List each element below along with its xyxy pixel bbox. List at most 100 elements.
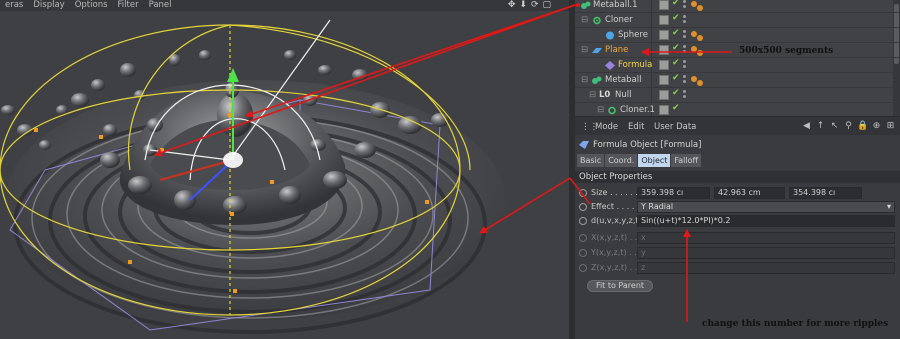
up-arrow-icon[interactable]: ↑ (815, 121, 826, 132)
tree-expander-icon[interactable]: ⊟ (581, 15, 588, 25)
tree-expander-icon[interactable]: ⊟ (589, 90, 596, 100)
size-y-field[interactable]: 42.963 cm (714, 187, 785, 199)
effect-row: Effect . . . . . Y Radial ▾ (575, 201, 900, 213)
zoom-view-icon[interactable]: ⬇ (519, 0, 527, 11)
tag-icon[interactable] (691, 31, 697, 37)
size-z-field[interactable]: 354.398 cı (789, 187, 862, 199)
attr-menu-mode[interactable]: Mode (595, 122, 618, 132)
effect-value: Y Radial (641, 202, 674, 211)
rotate-view-icon[interactable]: ⟳ (531, 0, 539, 11)
viewport-scene[interactable] (0, 0, 569, 339)
object-row-cloner[interactable]: ⊟ Cloner ✔ (575, 13, 900, 28)
enabled-check-icon[interactable]: ✔ (672, 73, 680, 83)
tag-icon[interactable] (697, 80, 703, 86)
layer-chip[interactable] (659, 60, 669, 70)
visibility-dots-icon[interactable] (681, 89, 688, 100)
enabled-check-icon[interactable]: ✔ (672, 58, 680, 68)
animate-radio[interactable] (579, 217, 587, 225)
visibility-dots-icon[interactable] (681, 59, 688, 70)
tab-object[interactable]: Object (638, 154, 671, 167)
viewport-menu-cameras[interactable]: eras (0, 0, 28, 11)
attr-menu-edit[interactable]: Edit (628, 122, 644, 132)
move-view-icon[interactable]: ✥ (508, 0, 516, 11)
tree-expander-icon[interactable]: ⊟ (581, 45, 588, 55)
viewport-menu-display[interactable]: Display (28, 0, 69, 11)
cloner-icon (608, 106, 616, 115)
sphere-icon (606, 31, 614, 40)
enabled-check-icon[interactable]: ✔ (672, 28, 680, 38)
layer-chip[interactable] (659, 45, 669, 55)
animate-radio (579, 234, 587, 242)
metaball-icon (592, 76, 602, 84)
tag-icon[interactable] (697, 50, 703, 56)
enabled-check-icon[interactable]: ✔ (672, 0, 680, 8)
viewport-navigation: ✥ ⬇ ⟳ ▢ (508, 0, 551, 11)
tab-basic[interactable]: Basic (577, 154, 605, 167)
visibility-dots-icon[interactable] (681, 29, 688, 40)
size-row: Size . . . . . . 359.398 cı 42.963 cm 35… (575, 187, 900, 199)
enabled-check-icon[interactable]: ✔ (672, 103, 680, 113)
tab-falloff[interactable]: Falloff (671, 154, 702, 167)
formula-icon (579, 141, 589, 149)
attribute-tabs: Basic Coord. Object Falloff (577, 154, 702, 167)
visibility-dots-icon[interactable] (681, 74, 688, 85)
settings-icon[interactable]: ⊞ (885, 121, 896, 132)
object-name: Cloner (605, 15, 633, 25)
tree-expander-icon[interactable]: ⊟ (597, 105, 604, 115)
viewport-menu-options[interactable]: Options (70, 0, 113, 11)
object-row-null[interactable]: ⊟ L0 Null ✔ (575, 88, 900, 103)
cloner-icon (593, 16, 601, 25)
3d-viewport[interactable]: eras Display Options Filter Panel ✥ ⬇ ⟳ … (0, 0, 569, 339)
layer-chip[interactable] (659, 75, 669, 85)
viewport-menubar: eras Display Options Filter Panel (0, 0, 569, 11)
object-name: Metaball (605, 75, 642, 85)
z-function-label: Z(x,y,z,t) . . . (591, 263, 643, 272)
search-icon[interactable]: ⚲ (843, 121, 854, 132)
new-panel-icon[interactable]: ⊕ (871, 121, 882, 132)
tag-icon[interactable] (691, 46, 697, 52)
fit-to-parent-button[interactable]: Fit to Parent (587, 280, 653, 292)
tag-icon[interactable] (697, 5, 703, 11)
layer-chip[interactable] (659, 105, 669, 115)
animate-radio[interactable] (579, 189, 587, 197)
enabled-check-icon[interactable]: ✔ (672, 13, 680, 23)
panel-divider[interactable] (569, 0, 575, 339)
object-row-plane[interactable]: ⊟ Plane ✔ (575, 43, 900, 58)
effect-select[interactable]: Y Radial ▾ (637, 201, 895, 213)
object-row-metaball-1[interactable]: Metaball.1 ✔ (575, 0, 900, 13)
tag-icon[interactable] (697, 35, 703, 41)
object-row-formula[interactable]: Formula ✔ (575, 58, 900, 73)
enabled-check-icon[interactable]: ✔ (672, 43, 680, 53)
lock-icon[interactable]: 🔒 (857, 121, 868, 132)
visibility-dots-icon[interactable] (681, 14, 688, 25)
y-function-row: Y(x,y,z,t) . . . y (575, 247, 900, 259)
object-name: Metaball.1 (593, 0, 638, 10)
formula-icon (605, 61, 615, 70)
viewport-menu-filter[interactable]: Filter (113, 0, 144, 11)
back-arrow-icon[interactable]: ◀ (801, 121, 812, 132)
visibility-dots-icon[interactable] (681, 0, 688, 10)
layer-chip[interactable] (659, 15, 669, 25)
layer-chip[interactable] (659, 0, 669, 10)
plane-icon (592, 48, 602, 53)
object-row-metaball[interactable]: ⊟ Metaball ✔ (575, 73, 900, 88)
animate-radio[interactable] (579, 203, 587, 211)
enabled-check-icon[interactable]: ✔ (672, 88, 680, 98)
attr-menu-user-data[interactable]: User Data (654, 122, 696, 132)
maximize-view-icon[interactable]: ▢ (542, 0, 551, 11)
size-x-field[interactable]: 359.398 cı (637, 187, 710, 199)
tag-icon[interactable] (691, 1, 697, 7)
formula-input[interactable]: Sin((u+t)*12.0*PI)*0.2 (637, 215, 895, 227)
viewport-menu-panel[interactable]: Panel (144, 0, 177, 11)
cursor-icon[interactable]: ↖ (829, 121, 840, 132)
visibility-dots-icon[interactable] (681, 44, 688, 55)
tree-expander-icon[interactable]: ⊟ (581, 75, 588, 85)
x-function-label: X(x,y,z,t) . . . (591, 233, 643, 242)
layer-chip[interactable] (659, 90, 669, 100)
object-row-sphere[interactable]: Sphere ✔ (575, 28, 900, 43)
object-manager: Metaball.1 ✔ ⊟ Cloner ✔ Sphere ✔ ⊟ Plane… (575, 0, 900, 118)
tab-coord[interactable]: Coord. (605, 154, 638, 167)
object-name: Plane (605, 45, 629, 55)
layer-chip[interactable] (659, 30, 669, 40)
tag-icon[interactable] (691, 76, 697, 82)
